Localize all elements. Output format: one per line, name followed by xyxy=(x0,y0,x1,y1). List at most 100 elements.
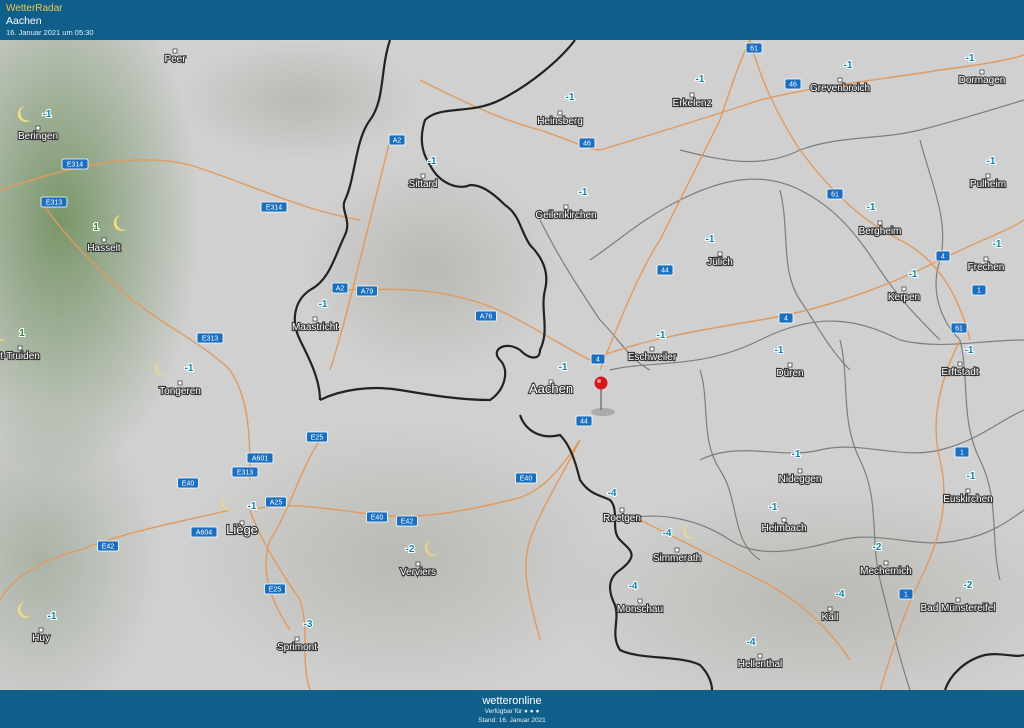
city-jülich[interactable]: Jülich -1 xyxy=(705,233,734,269)
road-shield: 4 xyxy=(778,312,794,324)
brand-logo[interactable]: wetteronline xyxy=(0,695,1024,707)
road-shield: 61 xyxy=(950,322,968,334)
city-düren[interactable]: Düren -1 xyxy=(774,344,805,380)
city-name: Aachen xyxy=(529,381,573,396)
city-nideggen[interactable]: Nideggen -1 xyxy=(777,448,822,486)
temperature-value: -3 xyxy=(304,619,313,630)
city-marker xyxy=(420,173,426,179)
radar-map[interactable]: 61 46 A2 46 E314 E313 E314 61 A2 A79 44 4 4 1 A76 61 E31… xyxy=(0,40,1024,690)
city-marker xyxy=(965,488,971,494)
temperature-value: -1 xyxy=(428,156,437,167)
road-number: E313 xyxy=(237,470,253,477)
road-number: E40 xyxy=(371,515,384,522)
city-marker xyxy=(797,468,803,474)
city-name: Eschweiler xyxy=(628,352,677,363)
road-shield: 44 xyxy=(575,415,593,427)
temperature-value: -1 xyxy=(579,187,588,198)
road-number: E40 xyxy=(182,481,195,488)
city-marker xyxy=(172,48,178,54)
city-erftstadt[interactable]: Erftstadt -1 xyxy=(940,344,980,379)
city-marker xyxy=(883,560,889,566)
road-shield: A79 xyxy=(356,285,378,297)
city-geilenkirchen[interactable]: Geilenkirchen -1 xyxy=(534,186,597,222)
road-number: E313 xyxy=(46,200,62,207)
city-grevenbroich[interactable]: Grevenbroich -1 xyxy=(809,59,871,95)
city-marker xyxy=(38,627,44,633)
city-marker xyxy=(717,251,723,257)
city-bergheim[interactable]: Bergheim -1 xyxy=(857,201,902,238)
city-name: Erkelenz xyxy=(673,98,712,109)
road-number: 1 xyxy=(977,288,981,295)
city-name: Heimbach xyxy=(761,523,806,534)
city-name: t-Truiden xyxy=(0,351,40,362)
city-name: Beringen xyxy=(18,131,58,142)
road-shield: E313 xyxy=(231,466,259,478)
road-number: 61 xyxy=(831,192,839,199)
city-name: Nideggen xyxy=(779,474,822,485)
app-header: WetterRadar Aachen 16. Januar 2021 um 05… xyxy=(0,0,1024,40)
city-name: Geilenkirchen xyxy=(535,210,596,221)
city-marker xyxy=(787,362,793,368)
temperature-value: -4 xyxy=(747,637,756,648)
road-shield: 44 xyxy=(656,264,674,276)
city-name: Heinsberg xyxy=(537,116,583,127)
road-shield: A601 xyxy=(246,452,274,464)
city-heinsberg[interactable]: Heinsberg -1 xyxy=(536,91,584,128)
city-marker xyxy=(563,204,569,210)
city-marker xyxy=(557,110,563,116)
road-shield: 1 xyxy=(898,588,914,600)
road-number: E313 xyxy=(202,336,218,343)
city-name: Grevenbroich xyxy=(810,83,870,94)
map-canvas[interactable]: 6146A2 46E314E313E31461A2 A7944441A7661E31… xyxy=(0,40,1024,690)
road-shield: E42 xyxy=(97,540,119,552)
road-shield: A604 xyxy=(190,526,218,538)
city-marker xyxy=(17,345,23,351)
data-stand: Stand: 16. Januar 2021 xyxy=(478,717,546,724)
city-marker xyxy=(827,606,833,612)
city-dormagen[interactable]: Dormagen -1 xyxy=(958,52,1007,87)
city-name: Sprimont xyxy=(277,642,317,653)
city-aachen[interactable]: Aachen -1 xyxy=(528,361,574,397)
road-number: E42 xyxy=(102,544,115,551)
location-title[interactable]: Aachen xyxy=(6,15,42,27)
road-shield: 1 xyxy=(971,284,987,296)
city-name: Düren xyxy=(776,368,803,379)
city-name: Sittard xyxy=(409,179,438,190)
road-shield: E314 xyxy=(260,201,288,213)
road-number: A601 xyxy=(252,456,268,463)
road-number: A2 xyxy=(336,286,345,293)
road-shield: E25 xyxy=(306,431,328,443)
temperature-value: -1 xyxy=(775,345,784,356)
road-number: A76 xyxy=(480,314,493,321)
city-name: Jülich xyxy=(707,257,733,268)
city-roetgen[interactable]: Roetgen -4 xyxy=(602,487,642,525)
city-eschweiler[interactable]: Eschweiler -1 xyxy=(627,329,678,364)
city-name: Maastricht xyxy=(292,322,338,333)
city-name: Hellenthal xyxy=(738,659,782,670)
city-peer[interactable]: Peer xyxy=(163,48,187,66)
city-marker xyxy=(415,561,421,567)
road-number: 44 xyxy=(580,419,588,426)
road-number: E42 xyxy=(401,519,414,526)
city-name: Kerpen xyxy=(888,292,920,303)
temperature-value: -1 xyxy=(967,471,976,482)
road-number: A79 xyxy=(361,289,374,296)
road-shield: E314 xyxy=(61,158,89,170)
city-euskirchen[interactable]: Euskirchen -1 xyxy=(942,470,994,506)
road-number: 1 xyxy=(904,592,908,599)
city-marker xyxy=(985,173,991,179)
city-marker xyxy=(312,316,318,322)
city-name: Bergheim xyxy=(859,226,902,237)
temperature-value: -2 xyxy=(964,580,973,591)
city-kerpen[interactable]: Kerpen -1 xyxy=(887,268,921,304)
road-shield: E42 xyxy=(396,515,418,527)
temperature-value: -4 xyxy=(836,589,845,600)
temperature-value: -1 xyxy=(185,363,194,374)
city-marker xyxy=(877,220,883,226)
city-erkelenz[interactable]: Erkelenz -1 xyxy=(671,73,712,110)
road-shield: E25 xyxy=(264,583,286,595)
city-pulheim[interactable]: Pulheim -1 xyxy=(969,155,1007,191)
location-pin-icon[interactable] xyxy=(591,376,615,417)
road-number: 4 xyxy=(596,357,600,364)
temperature-value: -4 xyxy=(629,581,638,592)
